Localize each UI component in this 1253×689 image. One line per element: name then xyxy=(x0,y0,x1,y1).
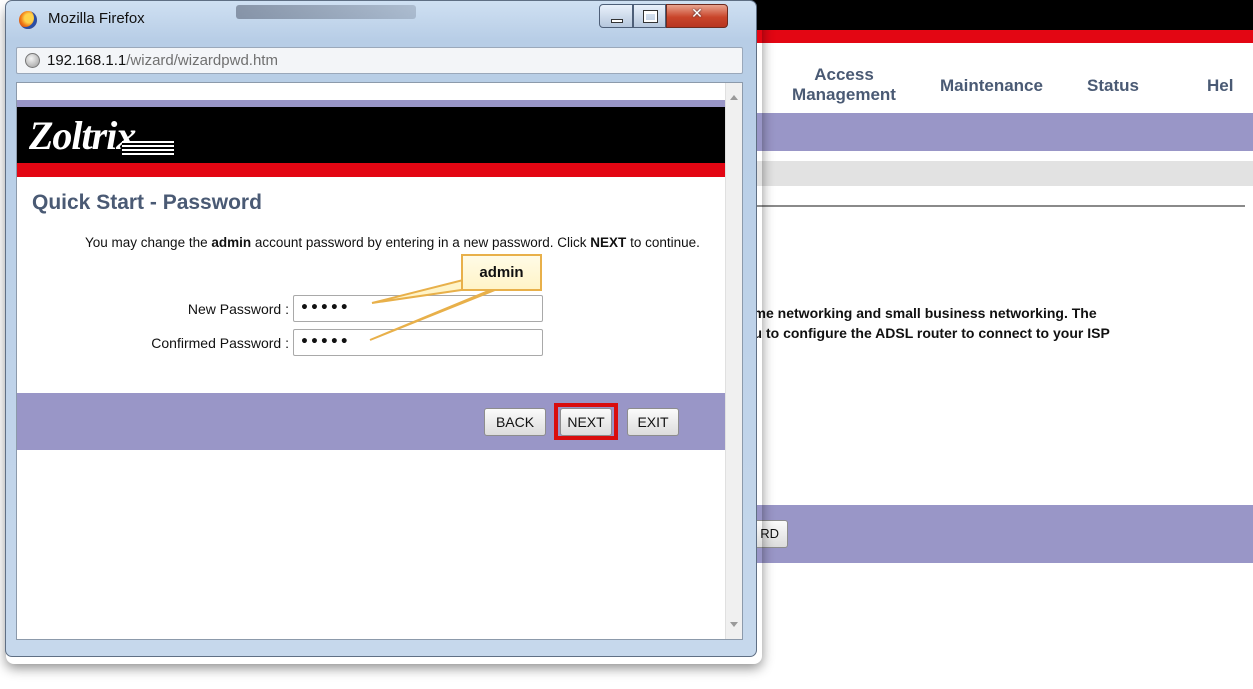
bg-header-red-bar xyxy=(750,30,1253,43)
back-button[interactable]: BACK xyxy=(484,408,546,436)
bg-header-black-bar xyxy=(750,0,1253,30)
bg-purple-footer xyxy=(750,505,1253,563)
firefox-popup-window: Mozilla Firefox ✕ 192.168.1.1/wizard/wiz… xyxy=(5,0,757,657)
new-password-label: New Password : xyxy=(187,301,289,317)
page-header-red xyxy=(17,163,726,177)
scroll-up-arrow-icon[interactable] xyxy=(730,95,738,100)
bg-intro-line-1: ome networking and small business networ… xyxy=(745,305,1097,321)
logo-stripes xyxy=(122,141,174,155)
url-path: /wizard/wizardpwd.htm xyxy=(126,52,278,69)
address-bar[interactable]: 192.168.1.1/wizard/wizardpwd.htm xyxy=(16,47,743,74)
page-viewport: Zoltrix Quick Start - Password You may c… xyxy=(16,82,743,640)
next-button-highlight-box xyxy=(554,403,618,440)
desc-admin-bold: admin xyxy=(211,235,252,250)
url-text: 192.168.1.1/wizard/wizardpwd.htm xyxy=(47,52,278,69)
url-host: 192.168.1.1 xyxy=(47,52,127,69)
maximize-button[interactable] xyxy=(633,4,666,28)
bg-intro-line-2: ou to configure the ADSL router to conne… xyxy=(745,325,1110,341)
zoltrix-logo: Zoltrix xyxy=(29,113,136,158)
desc-text-3: to continue. xyxy=(626,235,700,250)
page-button-bar xyxy=(17,393,726,450)
desc-text-1: You may change the xyxy=(85,235,212,250)
bg-purple-band xyxy=(750,113,1253,151)
page-purple-strip xyxy=(17,100,726,107)
maximize-icon xyxy=(644,11,657,22)
minimize-button[interactable] xyxy=(599,4,633,28)
password-instructions: You may change the admin account passwor… xyxy=(85,234,725,252)
confirm-password-label: Confirmed Password : xyxy=(151,335,289,351)
scroll-down-arrow-icon[interactable] xyxy=(730,622,738,627)
bg-intro-text: ome networking and small business networ… xyxy=(745,303,1253,343)
firefox-icon xyxy=(19,11,37,29)
minimize-icon xyxy=(611,19,623,23)
bg-grey-band xyxy=(750,161,1253,186)
close-button[interactable]: ✕ xyxy=(666,4,728,28)
blurred-background-title xyxy=(236,5,416,19)
admin-callout: admin xyxy=(461,254,542,291)
globe-icon xyxy=(25,53,40,68)
bg-nav-bar: Access Management Maintenance Status Hel xyxy=(750,43,1253,113)
close-icon: ✕ xyxy=(691,6,703,22)
window-titlebar[interactable]: Mozilla Firefox ✕ xyxy=(6,1,756,39)
bg-divider xyxy=(755,205,1245,207)
desc-text-2: account password by entering in a new pa… xyxy=(251,235,591,250)
new-password-input[interactable]: ••••• xyxy=(293,295,543,322)
nav-item-status[interactable]: Status xyxy=(1087,76,1139,96)
nav-item-access-management[interactable]: Access Management xyxy=(784,65,904,105)
page-title: Quick Start - Password xyxy=(32,191,262,214)
nav-item-maintenance[interactable]: Maintenance xyxy=(940,76,1043,96)
exit-button[interactable]: EXIT xyxy=(627,408,679,436)
screenshot-stage: Access Management Maintenance Status Hel… xyxy=(0,0,1253,689)
vertical-scrollbar[interactable] xyxy=(725,83,742,639)
confirm-password-input[interactable]: ••••• xyxy=(293,329,543,356)
nav-item-help[interactable]: Hel xyxy=(1207,76,1233,96)
desc-next-bold: NEXT xyxy=(590,235,627,250)
window-title: Mozilla Firefox xyxy=(48,10,145,27)
